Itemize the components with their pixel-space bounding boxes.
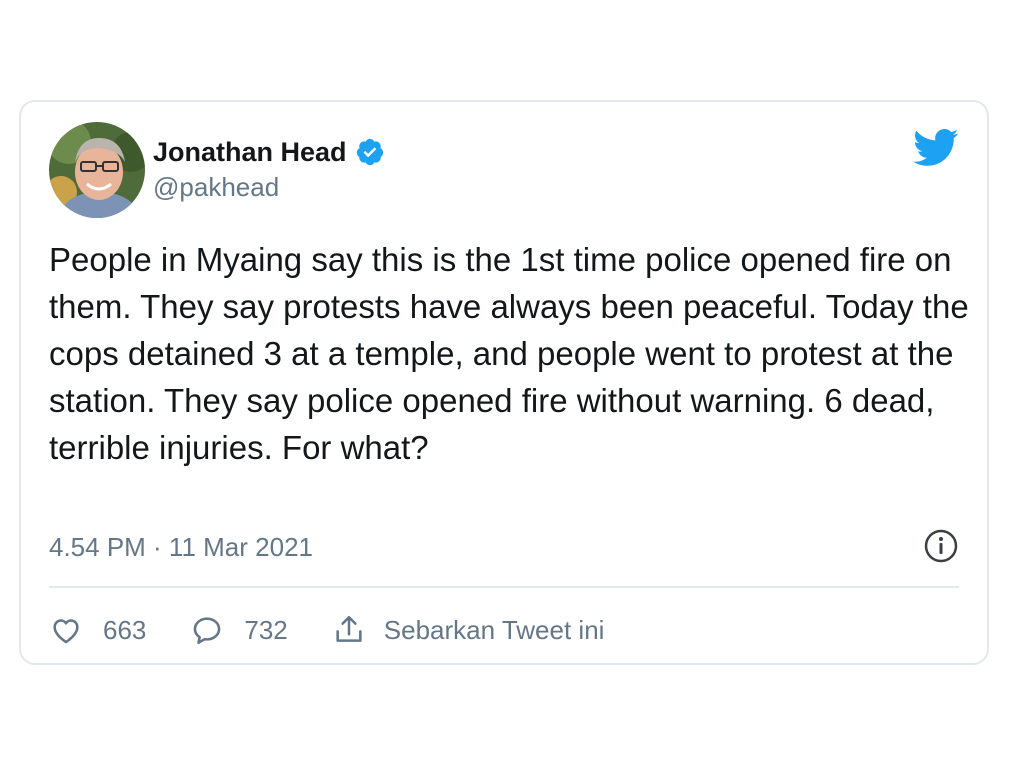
author-name[interactable]: Jonathan Head bbox=[153, 137, 347, 168]
reply-button[interactable]: 732 bbox=[190, 613, 288, 647]
tweet-text: People in Myaing say this is the 1st tim… bbox=[49, 241, 969, 466]
verified-badge-icon bbox=[356, 138, 383, 166]
tweet-timestamp[interactable]: 4.54 PM · 11 Mar 2021 bbox=[49, 532, 313, 563]
reply-count: 732 bbox=[244, 614, 288, 645]
twitter-bird-icon[interactable] bbox=[913, 128, 959, 168]
author-name-row: Jonathan Head bbox=[153, 134, 385, 170]
share-label: Sebarkan Tweet ini bbox=[383, 614, 605, 645]
divider bbox=[49, 586, 959, 588]
share-button[interactable]: Sebarkan Tweet ini bbox=[332, 613, 605, 647]
avatar[interactable] bbox=[49, 122, 145, 218]
author-handle[interactable]: @pakhead bbox=[153, 172, 385, 203]
action-bar: 663 732 Sebarkan Tweet ini bbox=[49, 610, 648, 650]
info-icon[interactable] bbox=[923, 528, 959, 564]
heart-icon bbox=[53, 619, 79, 644]
reply-bubble-icon bbox=[194, 617, 221, 645]
share-icon bbox=[336, 615, 362, 642]
like-button[interactable]: 663 bbox=[49, 613, 146, 647]
tweet-card: Jonathan Head @pakhead People in Myaing … bbox=[19, 100, 989, 665]
like-count: 663 bbox=[103, 614, 147, 645]
author-block: Jonathan Head @pakhead bbox=[153, 134, 385, 203]
